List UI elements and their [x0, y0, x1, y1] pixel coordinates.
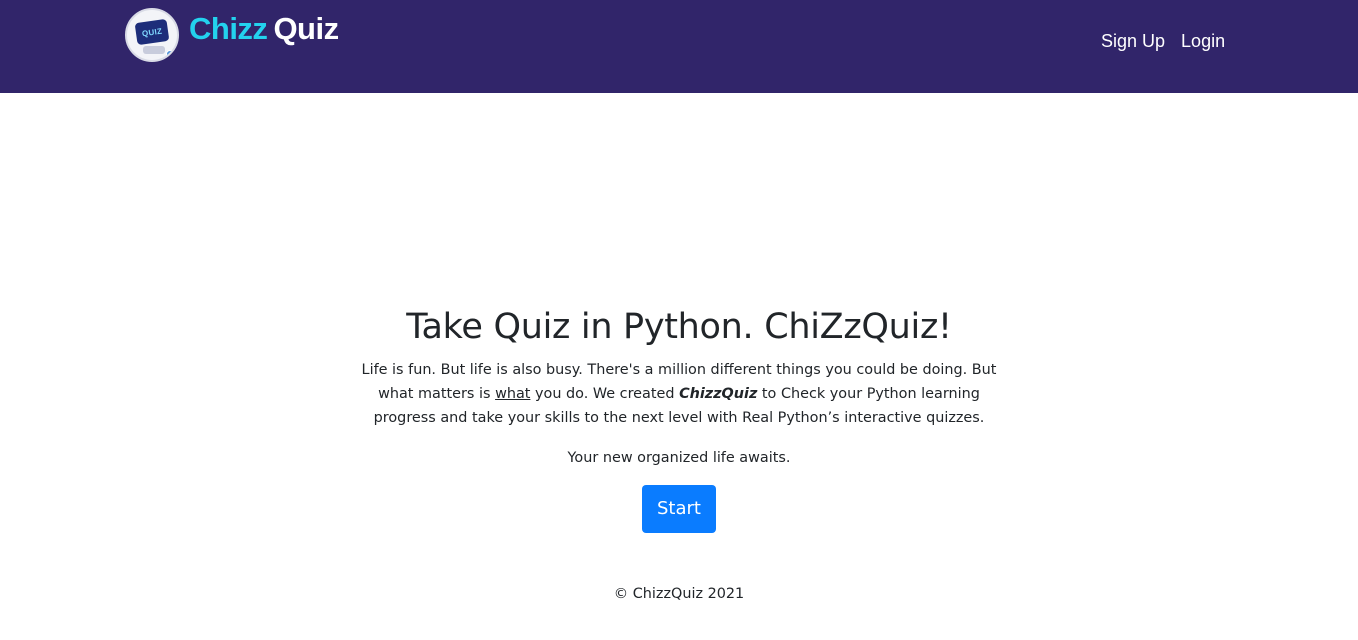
quiz-laptop-logo-icon: QUIZ	[125, 8, 179, 62]
start-button[interactable]: Start	[642, 485, 716, 533]
logo-base	[143, 46, 165, 54]
brand-link[interactable]: QUIZ Chizz Quiz	[125, 8, 339, 62]
page-title: Take Quiz in Python. ChiZzQuiz!	[406, 307, 952, 347]
hero-description: Life is fun. But life is also busy. Ther…	[359, 358, 999, 430]
lead-brand-name: ChizzQuiz	[679, 386, 758, 402]
brand-name: Chizz Quiz	[189, 11, 339, 47]
logo-screen: QUIZ	[134, 18, 170, 46]
lead-text-2: you do. We created	[530, 386, 680, 402]
logo-text: QUIZ	[141, 26, 163, 38]
hero-section: Take Quiz in Python. ChiZzQuiz! Life is …	[0, 300, 1358, 533]
brand-name-part1: Chizz	[189, 11, 268, 46]
login-link[interactable]: Login	[1181, 31, 1225, 52]
nav-links: Sign Up Login	[1101, 31, 1225, 52]
footer: © ChizzQuiz 2021	[0, 582, 1358, 606]
tagline: Your new organized life awaits.	[567, 450, 791, 466]
lead-underlined-word: what	[495, 386, 531, 402]
logo-badge	[166, 50, 174, 58]
copyright-text: © ChizzQuiz 2021	[613, 586, 745, 602]
signup-link[interactable]: Sign Up	[1101, 31, 1165, 52]
navbar: QUIZ Chizz Quiz Sign Up Login	[0, 0, 1358, 93]
brand-name-part2: Quiz	[273, 11, 339, 46]
